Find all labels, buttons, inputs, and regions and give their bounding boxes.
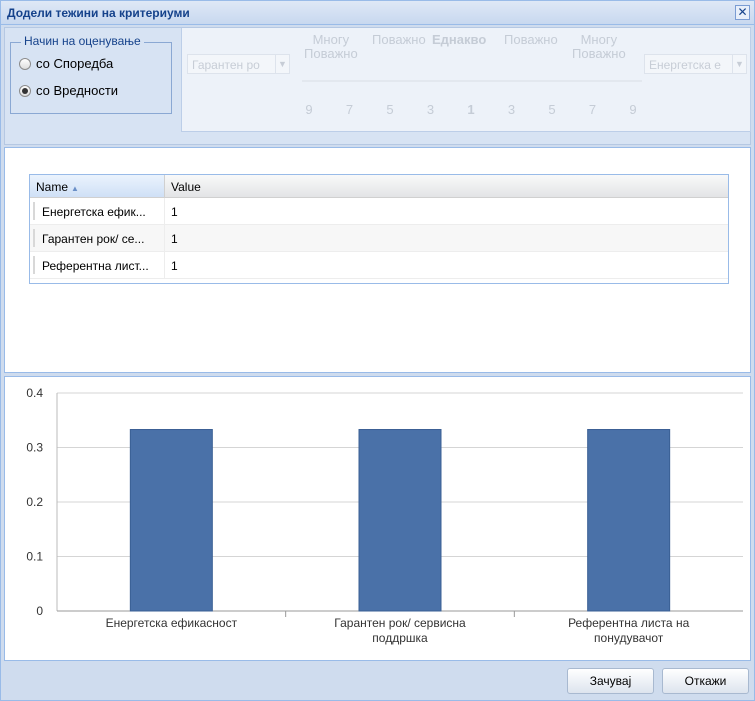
- radio-values[interactable]: со Вредности: [19, 83, 118, 98]
- radio-values-icon[interactable]: [19, 84, 31, 97]
- row-value-cell[interactable]: 1: [165, 225, 184, 251]
- criteria-grid: Name ▲ Value Енергетска ефик... 1 Гаранте…: [29, 174, 729, 284]
- scale-number: 7: [588, 102, 597, 117]
- x-tick-label: Енергетска ефикасност: [106, 616, 238, 630]
- column-header-value-label: Value: [171, 180, 201, 194]
- y-tick-label: 0.1: [26, 550, 43, 564]
- right-criterion-combo[interactable]: Енергетска е ▼: [644, 54, 747, 74]
- x-tick-label: Гарантен рок/ сервисна: [334, 616, 466, 630]
- chevron-down-icon[interactable]: ▼: [732, 55, 746, 73]
- rating-panel: Начин на оценување со Споредба со Вредно…: [4, 27, 751, 145]
- criteria-grid-panel: Name ▲ Value Енергетска ефик... 1 Гаранте…: [4, 147, 751, 373]
- row-name-cell: Гарантен рок/ се...: [30, 225, 165, 251]
- comparison-scale-panel: Гарантен ро ▼ Енергетска е ▼ Многу Поважн…: [181, 28, 751, 132]
- sort-ascending-icon: ▲: [71, 184, 79, 193]
- left-criterion-value: Гарантен ро: [192, 58, 260, 72]
- radio-comparison[interactable]: со Споредба: [19, 56, 113, 71]
- scale-label: Многу Поважно: [304, 32, 358, 61]
- x-tick-label: поддршка: [372, 631, 428, 645]
- x-tick-label: понудувачот: [594, 631, 664, 645]
- scale-label: Поважно: [372, 32, 426, 47]
- radio-values-label: со Вредности: [36, 83, 119, 98]
- chart-bar[interactable]: [358, 429, 442, 612]
- cancel-button[interactable]: Откажи: [662, 668, 749, 694]
- scale-number: 7: [345, 102, 354, 117]
- column-header-name-label: Name: [36, 180, 69, 194]
- weights-bar-chart: 0 0.1 0.2 0.3 0.4 Енергетска ефикасност Гарант…: [26, 386, 743, 645]
- y-tick-label: 0: [36, 604, 43, 618]
- grid-header: Name ▲ Value: [30, 175, 728, 198]
- x-tick-label: Референтна листа на: [568, 616, 690, 630]
- scale-number: 5: [386, 102, 394, 117]
- scale-number: 1: [467, 102, 475, 117]
- column-header-value[interactable]: Value: [165, 175, 728, 197]
- table-row[interactable]: Гарантен рок/ се... 1: [30, 225, 728, 252]
- chevron-down-icon[interactable]: ▼: [275, 55, 289, 73]
- close-icon[interactable]: ✕: [735, 5, 750, 20]
- row-name-cell: Референтна лист...: [30, 252, 165, 278]
- table-row[interactable]: Енергетска ефик... 1: [30, 198, 728, 225]
- scale-slider[interactable]: [302, 80, 642, 82]
- dialog-window: Додели тежини на критериуми ✕ Начин на о…: [0, 0, 755, 701]
- weights-chart-panel: 0 0.1 0.2 0.3 0.4 Енергетска ефикасност Гарант…: [4, 376, 751, 661]
- save-button[interactable]: Зачувај: [567, 668, 654, 694]
- row-value-cell[interactable]: 1: [165, 198, 184, 224]
- scale-number: 9: [629, 102, 637, 117]
- left-criterion-combo[interactable]: Гарантен ро ▼: [187, 54, 290, 74]
- rating-method-fieldset: Начин на оценување со Споредба со Вредно…: [10, 34, 172, 114]
- table-row[interactable]: Референтна лист... 1: [30, 252, 728, 279]
- scale-number: 9: [305, 102, 313, 117]
- title-bar[interactable]: Додели тежини на критериуми ✕: [1, 1, 754, 25]
- scale-label: Поважно: [504, 32, 558, 47]
- radio-comparison-label: со Споредба: [36, 56, 114, 71]
- column-header-name[interactable]: Name ▲: [30, 175, 165, 197]
- chart-bar[interactable]: [587, 429, 671, 612]
- rating-method-legend: Начин на оценување: [21, 34, 144, 48]
- row-name-cell: Енергетска ефик...: [30, 198, 165, 224]
- scale-number: 3: [507, 102, 516, 117]
- row-value-cell[interactable]: 1: [165, 252, 184, 278]
- scale-number: 5: [548, 102, 556, 117]
- dialog-title: Додели тежини на критериуми: [7, 6, 190, 20]
- y-tick-label: 0.2: [26, 495, 43, 509]
- chart-bar[interactable]: [129, 429, 213, 612]
- right-criterion-value: Енергетска е: [649, 58, 721, 72]
- scale-label: Многу Поважно: [572, 32, 626, 61]
- y-tick-label: 0.4: [26, 386, 43, 400]
- radio-comparison-icon[interactable]: [19, 57, 31, 70]
- scale-label: Еднакво: [432, 32, 487, 47]
- scale-number: 3: [426, 102, 435, 117]
- y-tick-label: 0.3: [26, 441, 43, 455]
